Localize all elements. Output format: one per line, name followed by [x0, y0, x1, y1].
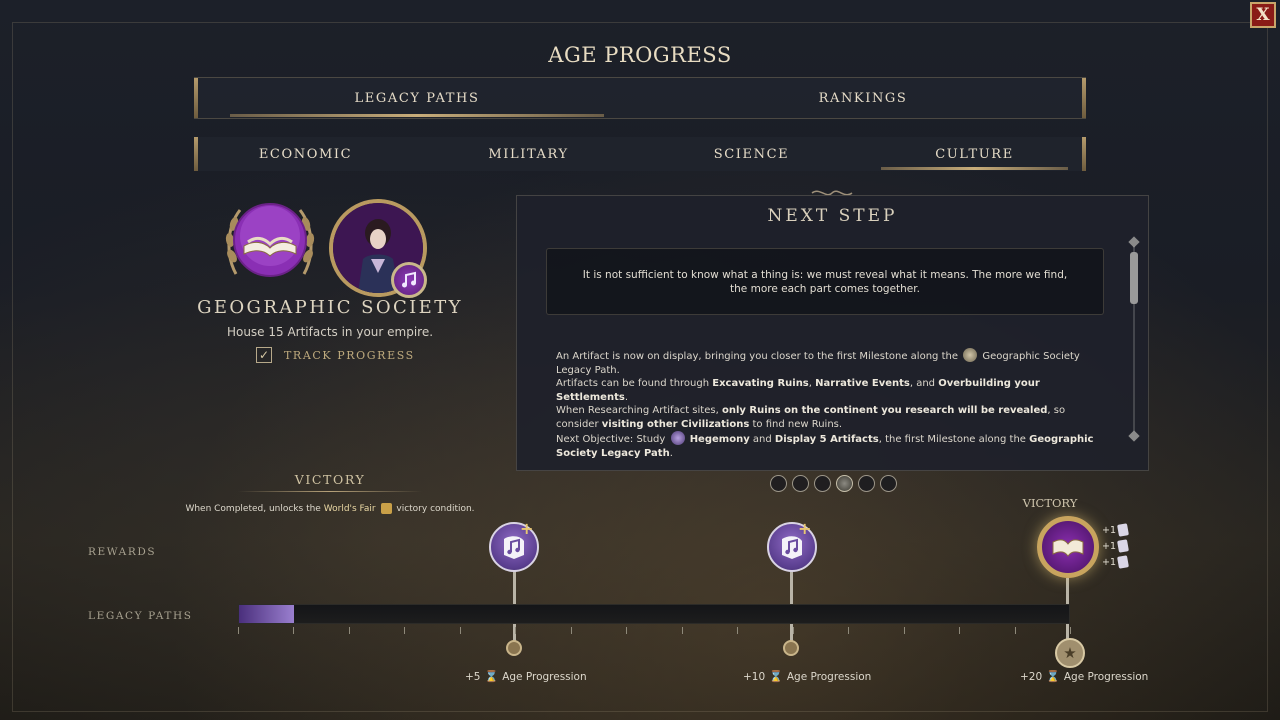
- progress-tick: [737, 627, 738, 634]
- page-title: AGE PROGRESS: [548, 43, 732, 67]
- plus-icon: +: [798, 519, 812, 538]
- main-tabs: LEGACY PATHS RANKINGS: [194, 77, 1086, 119]
- body-paragraph: Artifacts can be found through Excavatin…: [556, 378, 1040, 403]
- progress-tick: [1070, 627, 1071, 634]
- milestone-marker[interactable]: [783, 640, 799, 656]
- page-dot-active[interactable]: [836, 475, 853, 492]
- legacy-paths-label: LEGACY PATHS: [88, 610, 193, 622]
- tab-military[interactable]: MILITARY: [417, 137, 640, 171]
- tab-economic[interactable]: ECONOMIC: [194, 137, 417, 171]
- progress-tick: [238, 627, 239, 634]
- flavor-quote: It is not sufficient to know what a thin…: [546, 248, 1104, 315]
- page-indicator: [770, 475, 897, 492]
- tab-science[interactable]: SCIENCE: [640, 137, 863, 171]
- legacy-victory-badge[interactable]: [1037, 516, 1099, 578]
- victory-reward-row: +1: [1102, 555, 1129, 569]
- hourglass-icon: ⌛: [1046, 670, 1060, 683]
- scrollbar[interactable]: [1128, 236, 1140, 444]
- progress-tick: [1015, 627, 1016, 634]
- plus-icon: +: [520, 519, 534, 538]
- wonder-icon: [380, 503, 392, 514]
- tab-culture[interactable]: CULTURE: [863, 137, 1086, 171]
- music-note-icon: [391, 262, 427, 298]
- next-step-body: An Artifact is now on display, bringing …: [556, 348, 1104, 460]
- progress-tick: [404, 627, 405, 634]
- divider: [238, 491, 422, 492]
- body-paragraph: An Artifact is now on display, bringing …: [556, 348, 1104, 377]
- milestone-label: +10 ⌛ Age Progression: [743, 670, 872, 683]
- progress-tick: [848, 627, 849, 634]
- card-icon: [1117, 555, 1129, 569]
- track-progress-label: TRACK PROGRESS: [284, 348, 415, 362]
- close-button[interactable]: X: [1250, 2, 1276, 28]
- page-dot[interactable]: [858, 475, 875, 492]
- progress-tick: [793, 627, 794, 634]
- milestone-marker[interactable]: [506, 640, 522, 656]
- milestone-label: +20 ⌛ Age Progression: [1020, 670, 1149, 683]
- scroll-thumb[interactable]: [1130, 252, 1138, 304]
- next-step-title: NEXT STEP: [767, 206, 898, 226]
- victory-reward-row: +1: [1102, 539, 1129, 553]
- body-paragraph: Next Objective: Study Hegemony and Displ…: [556, 431, 1104, 460]
- page-dot[interactable]: [880, 475, 897, 492]
- track-progress-checkbox[interactable]: ✓: [256, 347, 272, 363]
- tab-legacy-paths[interactable]: LEGACY PATHS: [194, 78, 640, 118]
- card-icon: [1117, 539, 1129, 553]
- hourglass-icon: ⌛: [769, 670, 783, 683]
- hegemony-icon: [670, 431, 685, 445]
- victory-description: When Completed, unlocks the World's Fair…: [185, 503, 475, 514]
- progress-tick: [515, 627, 516, 634]
- page-dot[interactable]: [814, 475, 831, 492]
- victory-reward-row: +1: [1102, 523, 1129, 537]
- hourglass-icon: ⌛: [484, 670, 499, 683]
- legacy-path-name: GEOGRAPHIC SOCIETY: [197, 297, 463, 318]
- legacy-path-description: House 15 Artifacts in your empire.: [226, 325, 434, 339]
- card-icon: [1117, 523, 1129, 537]
- page-dot[interactable]: [792, 475, 809, 492]
- progress-tick: [571, 627, 572, 634]
- open-book-icon: [225, 203, 315, 277]
- body-paragraph: When Researching Artifact sites, only Ru…: [556, 405, 1066, 430]
- rewards-label: REWARDS: [88, 546, 157, 558]
- progress-tick: [682, 627, 683, 634]
- progress-tick: [460, 627, 461, 634]
- victory-label: VICTORY: [1022, 496, 1078, 510]
- progress-fill: [239, 605, 294, 623]
- page-dot[interactable]: [770, 475, 787, 492]
- legacy-progress-bar: [238, 604, 1070, 624]
- victory-title: VICTORY: [294, 472, 366, 487]
- sub-tabs: ECONOMIC MILITARY SCIENCE CULTURE: [194, 137, 1086, 171]
- worlds-fair-link[interactable]: World's Fair: [324, 504, 376, 514]
- tab-rankings[interactable]: RANKINGS: [640, 78, 1086, 118]
- star-icon[interactable]: ★: [1055, 638, 1085, 668]
- track-progress-toggle[interactable]: ✓ TRACK PROGRESS: [256, 347, 415, 363]
- milestone-label: +5 ⌛ Age Progression: [465, 670, 587, 683]
- legacy-path-icon: [963, 348, 978, 362]
- progress-tick: [293, 627, 294, 634]
- progress-tick: [904, 627, 905, 634]
- scroll-down-icon[interactable]: [1128, 430, 1140, 442]
- progress-tick: [349, 627, 350, 634]
- progress-tick: [959, 627, 960, 634]
- progress-tick: [626, 627, 627, 634]
